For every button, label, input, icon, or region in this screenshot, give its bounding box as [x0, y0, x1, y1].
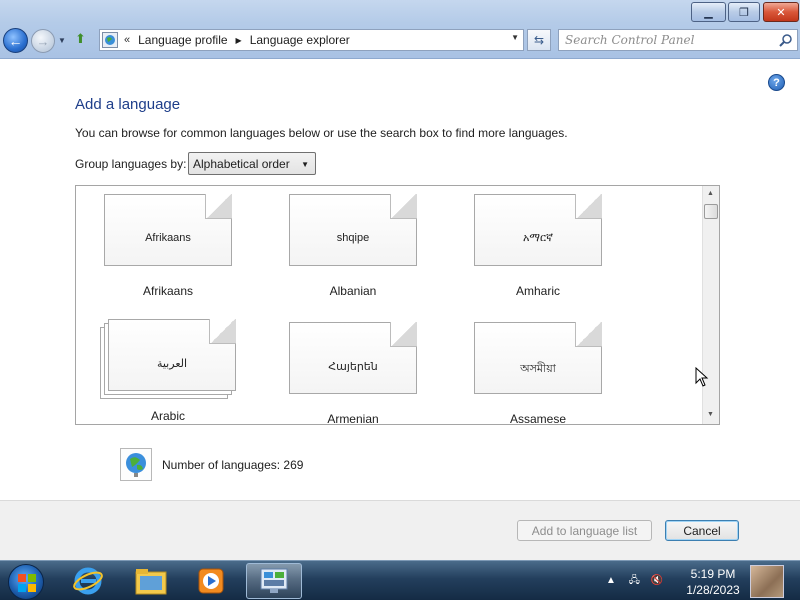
language-name: Arabic	[150, 409, 185, 423]
language-native-name: অসমীয়া	[520, 363, 556, 375]
refresh-icon: ⇆	[533, 33, 545, 47]
taskbar: ▲ 🖧 🔇 5:19 PM 1/28/2023	[0, 560, 800, 600]
breadcrumb-language-explorer[interactable]: Language explorer	[250, 33, 350, 47]
chevron-down-icon: ▼	[301, 160, 309, 169]
language-list-scrollbar[interactable]: ▲ ▼	[702, 186, 719, 424]
language-count: Number of languages: 269	[162, 458, 304, 472]
language-native-name: Հայերեն	[328, 361, 378, 373]
group-by-label: Group languages by:	[75, 157, 187, 171]
page-fold-icon	[209, 319, 236, 344]
back-button[interactable]: ←	[3, 28, 28, 53]
close-icon: ✕	[776, 6, 786, 19]
scroll-down-icon[interactable]: ▼	[707, 411, 714, 418]
clock-time: 5:19 PM	[690, 567, 736, 581]
breadcrumb-language-profile[interactable]: Language profile	[138, 33, 227, 47]
file-explorer-icon[interactable]	[123, 563, 179, 599]
language-name: Afrikaans	[142, 284, 194, 298]
page-fold-icon	[390, 194, 417, 219]
language-native-name: shqipe	[336, 232, 370, 244]
language-native-name: አማርኛ	[522, 232, 554, 244]
language-name: Armenian	[327, 412, 379, 425]
clock-date: 1/28/2023	[686, 583, 740, 597]
search-icon[interactable]	[779, 33, 793, 47]
control-panel-icon[interactable]	[246, 563, 302, 599]
address-bar[interactable]: « Language profile ▶ Language explorer ▼	[99, 29, 524, 51]
restore-icon: ❐	[739, 6, 749, 19]
page-description: You can browse for common languages belo…	[75, 126, 568, 140]
show-hidden-icons-icon[interactable]: ▲	[606, 575, 616, 586]
minimize-icon: ▁	[704, 6, 713, 19]
help-icon[interactable]: ?	[768, 74, 785, 91]
breadcrumb-separator-icon[interactable]: ▶	[236, 36, 242, 45]
network-icon[interactable]: 🖧	[629, 575, 640, 586]
page-fold-icon	[575, 322, 602, 347]
globe-icon	[120, 448, 152, 481]
system-tray: ▲ 🖧 🔇	[606, 573, 663, 590]
minimize-button[interactable]: ▁	[691, 2, 726, 22]
media-player-icon[interactable]	[183, 563, 239, 599]
group-by-value: Alphabetical order	[193, 156, 290, 171]
address-overflow-chevron[interactable]: «	[124, 34, 130, 46]
cancel-button[interactable]: Cancel	[665, 520, 739, 541]
search-box[interactable]	[558, 29, 798, 51]
page-fold-icon	[575, 194, 602, 219]
refresh-button[interactable]: ⇆	[527, 29, 551, 51]
volume-muted-icon[interactable]: 🔇	[651, 575, 663, 586]
page-fold-icon	[205, 194, 232, 219]
language-list: Afrikaans Afrikaans shqipe Albanian አማርኛ…	[75, 185, 720, 425]
search-input[interactable]	[559, 30, 769, 50]
restore-button[interactable]: ❐	[728, 2, 760, 22]
close-button[interactable]: ✕	[763, 2, 799, 22]
windows-logo-icon	[18, 574, 36, 592]
clock[interactable]: 5:19 PM 1/28/2023	[680, 566, 746, 598]
start-button[interactable]	[8, 564, 44, 600]
dialog-footer: Add to language list Cancel	[0, 500, 800, 560]
language-name: Albanian	[329, 284, 377, 298]
back-arrow-icon: ←	[8, 32, 23, 49]
up-level-icon[interactable]: ⬆	[75, 31, 92, 48]
forward-button[interactable]: →	[31, 29, 55, 53]
scroll-thumb[interactable]	[704, 204, 718, 219]
language-native-name: Afrikaans	[145, 232, 191, 244]
language-name: Assamese	[509, 412, 567, 425]
mouse-cursor-icon	[695, 367, 709, 387]
group-by-select[interactable]: Alphabetical order ▼	[188, 152, 316, 175]
cat-picture-icon[interactable]	[750, 565, 784, 598]
language-native-name: العربية	[156, 358, 188, 370]
page-title: Add a language	[75, 96, 181, 113]
address-dropdown-icon[interactable]: ▼	[511, 33, 519, 42]
add-to-language-list-button[interactable]: Add to language list	[517, 520, 652, 541]
window-chrome: ▁ ❐ ✕ ← → ▼ ⬆ « Language profile ▶ Langu…	[0, 0, 800, 59]
scroll-up-icon[interactable]: ▲	[707, 190, 714, 197]
internet-explorer-icon[interactable]	[60, 563, 116, 599]
recent-pages-dropdown[interactable]: ▼	[58, 36, 66, 45]
page-fold-icon	[390, 322, 417, 347]
forward-arrow-icon: →	[36, 33, 50, 49]
language-name: Amharic	[515, 284, 560, 298]
control-panel-globe-icon	[102, 32, 118, 48]
